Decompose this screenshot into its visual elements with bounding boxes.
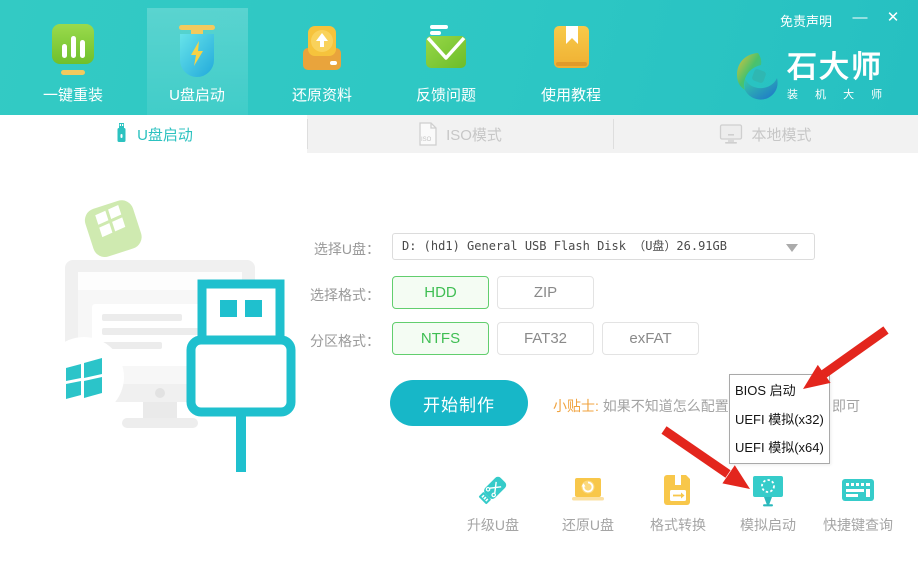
nav-item-reinstall[interactable]: 一键重装 — [23, 22, 123, 105]
header-bar: 一键重装 U盘启动 — [0, 0, 918, 115]
format-option-zip[interactable]: ZIP — [497, 276, 594, 309]
brand-logo: 石大师 装 机 大 师 — [735, 52, 889, 107]
tool-restore-usb[interactable]: 还原U盘 — [543, 472, 633, 535]
nav-label: 反馈问题 — [416, 84, 476, 105]
tip-prefix: 小贴士: — [553, 398, 599, 414]
brand-subtitle: 装 机 大 师 — [787, 86, 889, 102]
nav-item-tutorial[interactable]: 使用教程 — [521, 22, 621, 105]
format-label: 选择格式： — [288, 285, 380, 305]
nav-item-usb-boot[interactable]: U盘启动 — [147, 22, 247, 105]
tool-format-convert[interactable]: 格式转换 — [633, 472, 723, 535]
computer-usb-illustration — [30, 172, 320, 472]
tab-iso-mode[interactable]: ISO ISO模式 — [307, 115, 613, 153]
chart-bars-icon — [47, 22, 99, 80]
mode-tabbar: U盘启动 ISO ISO模式 本地模式 — [0, 115, 918, 153]
usb-select-dropdown[interactable]: D: (hd1) General USB Flash Disk （U盘）26.9… — [392, 233, 815, 260]
tip-body: 如果不知道怎么配置 — [603, 398, 729, 414]
popup-item-uefi-x64[interactable]: UEFI 模拟(x64) — [735, 437, 829, 456]
tool-label: 升级U盘 — [467, 515, 519, 535]
partition-option-exfat[interactable]: exFAT — [602, 322, 699, 355]
iso-file-icon: ISO — [418, 122, 438, 146]
partition-option-fat32[interactable]: FAT32 — [497, 322, 594, 355]
brand-swirl-icon — [735, 52, 779, 107]
chevron-down-icon — [786, 244, 798, 252]
usb-upgrade-icon — [475, 472, 511, 508]
restore-box-icon — [296, 22, 348, 80]
format-option-hdd[interactable]: HDD — [392, 276, 489, 309]
nav-label: U盘启动 — [169, 84, 225, 105]
app-window: 一键重装 U盘启动 — [0, 0, 918, 578]
laptop-restore-icon — [570, 472, 606, 508]
tip-text: 小贴士: 如果不知道怎么配置 — [553, 396, 729, 416]
tool-simulate-boot[interactable]: 模拟启动 — [723, 472, 813, 535]
nav-item-feedback[interactable]: 反馈问题 — [396, 22, 496, 105]
tab-local-mode[interactable]: 本地模式 — [613, 115, 918, 153]
minimize-button[interactable]: — — [849, 8, 871, 28]
usb-select-label: 选择U盘： — [288, 239, 380, 259]
tab-divider — [307, 119, 308, 149]
start-button[interactable]: 开始制作 — [390, 380, 528, 426]
tip-suffix: 即可 — [832, 396, 860, 416]
brand-name: 石大师 — [787, 52, 889, 84]
nav-item-restore-data[interactable]: 还原资料 — [272, 22, 372, 105]
svg-text:ISO: ISO — [421, 137, 432, 143]
tab-label: 本地模式 — [751, 124, 811, 145]
tool-label: 快捷键查询 — [823, 515, 893, 535]
feedback-mail-icon — [420, 22, 472, 80]
nav-label: 使用教程 — [541, 84, 601, 105]
tool-label: 格式转换 — [650, 515, 706, 535]
floppy-convert-icon — [660, 472, 696, 508]
tab-usb-boot[interactable]: U盘启动 — [0, 115, 307, 153]
tool-upgrade-usb[interactable]: 升级U盘 — [448, 472, 538, 535]
tab-label: ISO模式 — [446, 124, 502, 145]
monitor-outline-icon — [719, 122, 743, 146]
keyboard-icon — [840, 472, 876, 508]
tool-label: 模拟启动 — [740, 515, 796, 535]
tab-divider — [613, 119, 614, 149]
popup-item-bios[interactable]: BIOS 启动 — [735, 380, 829, 399]
monitor-simulate-icon — [750, 472, 786, 508]
partition-label: 分区格式： — [288, 331, 380, 351]
nav-label: 还原资料 — [292, 84, 352, 105]
usb-select-value: D: (hd1) General USB Flash Disk （U盘）26.9… — [402, 239, 727, 253]
tab-label: U盘启动 — [137, 124, 193, 145]
tool-hotkey-query[interactable]: 快捷键查询 — [813, 472, 903, 535]
disclaimer-link[interactable]: 免责声明 — [780, 11, 832, 30]
tutorial-book-icon — [545, 22, 597, 80]
usb-stick-icon — [114, 122, 129, 146]
nav-label: 一键重装 — [43, 84, 103, 105]
tool-label: 还原U盘 — [562, 515, 614, 535]
popup-item-uefi-x32[interactable]: UEFI 模拟(x32) — [735, 409, 829, 428]
boot-mode-popup: BIOS 启动 UEFI 模拟(x32) UEFI 模拟(x64) — [729, 374, 830, 464]
partition-option-ntfs[interactable]: NTFS — [392, 322, 489, 355]
usb-shield-icon — [171, 22, 223, 80]
close-button[interactable]: ✕ — [882, 8, 904, 28]
